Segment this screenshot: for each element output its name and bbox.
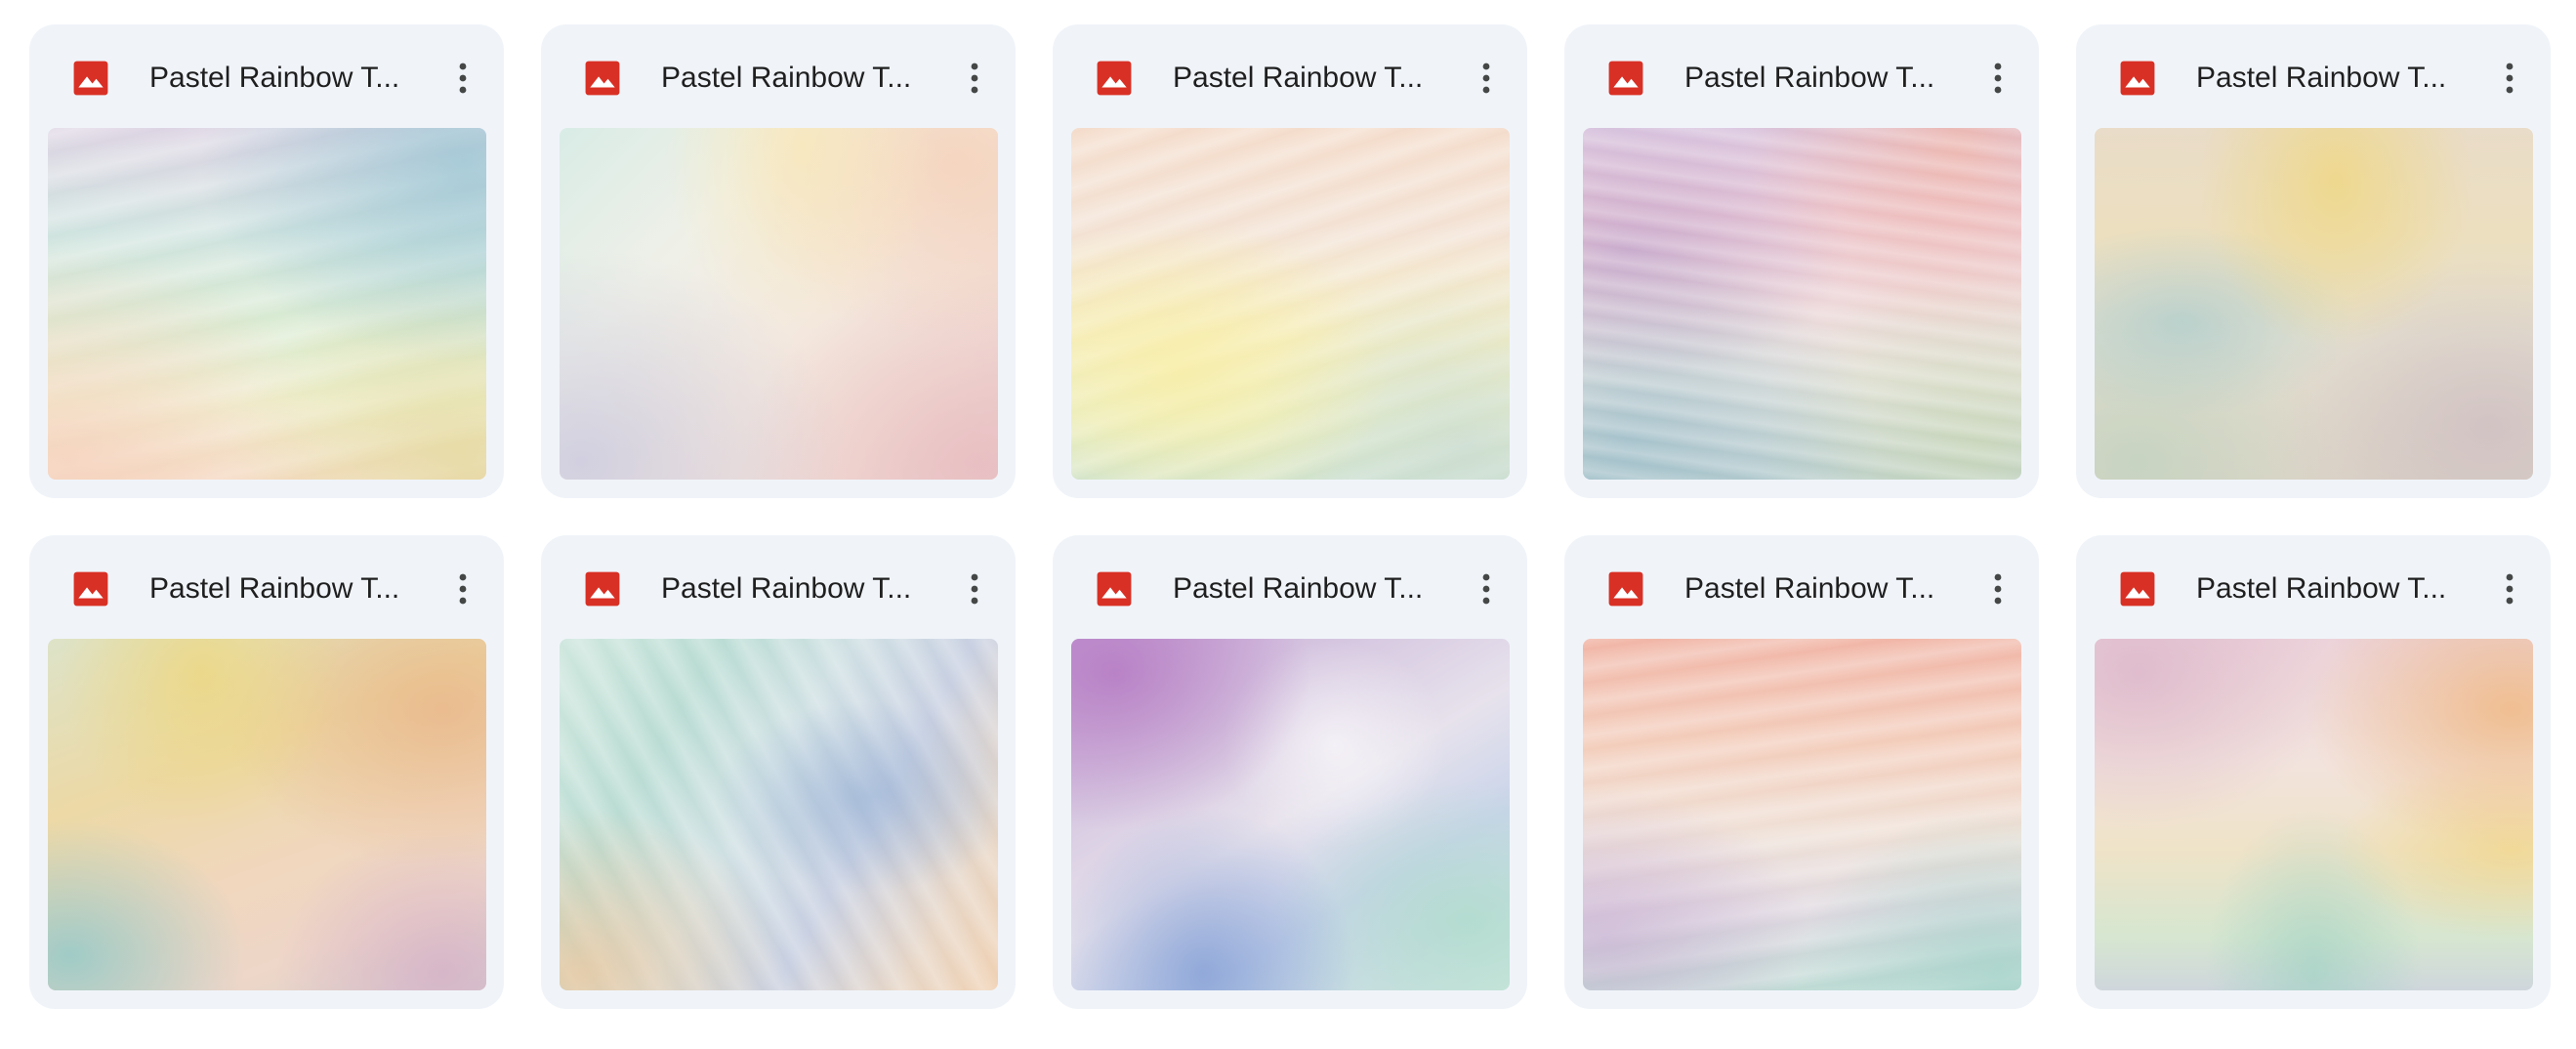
more-actions-button[interactable]	[436, 562, 490, 616]
more-actions-button[interactable]	[436, 51, 490, 105]
image-file-icon	[584, 60, 621, 97]
file-card[interactable]: Pastel Rainbow T...	[1564, 24, 2039, 498]
file-card-header: Pastel Rainbow T...	[1053, 535, 1527, 639]
file-thumbnail[interactable]	[1071, 639, 1510, 990]
more-actions-button[interactable]	[2482, 51, 2537, 105]
more-vert-icon	[1994, 63, 2002, 94]
file-name: Pastel Rainbow T...	[1173, 62, 1424, 94]
file-name: Pastel Rainbow T...	[1684, 572, 1935, 605]
file-card[interactable]: Pastel Rainbow T...	[541, 535, 1016, 1009]
more-vert-icon	[971, 63, 978, 94]
file-card-header: Pastel Rainbow T...	[1564, 24, 2039, 128]
file-name: Pastel Rainbow T...	[2196, 62, 2447, 94]
more-actions-button[interactable]	[947, 51, 1002, 105]
file-name: Pastel Rainbow T...	[1684, 62, 1935, 94]
file-name: Pastel Rainbow T...	[149, 62, 400, 94]
more-vert-icon	[1994, 573, 2002, 605]
file-name: Pastel Rainbow T...	[661, 572, 912, 605]
file-card[interactable]: Pastel Rainbow T...	[2076, 24, 2551, 498]
image-file-icon	[584, 570, 621, 608]
more-vert-icon	[2506, 573, 2514, 605]
file-card-header: Pastel Rainbow T...	[29, 24, 504, 128]
file-name: Pastel Rainbow T...	[149, 572, 400, 605]
file-thumbnail[interactable]	[1583, 128, 2021, 480]
more-actions-button[interactable]	[1971, 562, 2025, 616]
file-card[interactable]: Pastel Rainbow T...	[541, 24, 1016, 498]
file-card[interactable]: Pastel Rainbow T...	[29, 535, 504, 1009]
image-file-icon	[1607, 570, 1644, 608]
image-file-icon	[2119, 570, 2156, 608]
file-name: Pastel Rainbow T...	[1173, 572, 1424, 605]
file-thumbnail[interactable]	[1071, 128, 1510, 480]
more-vert-icon	[459, 63, 467, 94]
more-actions-button[interactable]	[1459, 562, 1514, 616]
file-card-header: Pastel Rainbow T...	[29, 535, 504, 639]
more-vert-icon	[971, 573, 978, 605]
file-card[interactable]: Pastel Rainbow T...	[1053, 535, 1527, 1009]
file-thumbnail[interactable]	[2095, 128, 2533, 480]
file-card[interactable]: Pastel Rainbow T...	[1564, 535, 2039, 1009]
more-actions-button[interactable]	[1971, 51, 2025, 105]
file-thumbnail[interactable]	[560, 128, 998, 480]
file-card-header: Pastel Rainbow T...	[541, 535, 1016, 639]
image-file-icon	[72, 570, 109, 608]
file-card-header: Pastel Rainbow T...	[1053, 24, 1527, 128]
file-grid: Pastel Rainbow T... Pastel Rainbow T...	[29, 24, 2551, 1009]
more-actions-button[interactable]	[947, 562, 1002, 616]
file-thumbnail[interactable]	[1583, 639, 2021, 990]
image-file-icon	[72, 60, 109, 97]
more-vert-icon	[459, 573, 467, 605]
file-name: Pastel Rainbow T...	[2196, 572, 2447, 605]
more-vert-icon	[2506, 63, 2514, 94]
image-file-icon	[1096, 570, 1133, 608]
file-thumbnail[interactable]	[560, 639, 998, 990]
file-thumbnail[interactable]	[48, 128, 486, 480]
file-name: Pastel Rainbow T...	[661, 62, 912, 94]
file-thumbnail[interactable]	[48, 639, 486, 990]
file-card-header: Pastel Rainbow T...	[1564, 535, 2039, 639]
file-card[interactable]: Pastel Rainbow T...	[29, 24, 504, 498]
file-card-header: Pastel Rainbow T...	[541, 24, 1016, 128]
image-file-icon	[2119, 60, 2156, 97]
file-card[interactable]: Pastel Rainbow T...	[2076, 535, 2551, 1009]
file-card-header: Pastel Rainbow T...	[2076, 24, 2551, 128]
more-actions-button[interactable]	[2482, 562, 2537, 616]
image-file-icon	[1096, 60, 1133, 97]
more-vert-icon	[1482, 63, 1490, 94]
file-card-header: Pastel Rainbow T...	[2076, 535, 2551, 639]
more-vert-icon	[1482, 573, 1490, 605]
file-thumbnail[interactable]	[2095, 639, 2533, 990]
file-card[interactable]: Pastel Rainbow T...	[1053, 24, 1527, 498]
more-actions-button[interactable]	[1459, 51, 1514, 105]
image-file-icon	[1607, 60, 1644, 97]
